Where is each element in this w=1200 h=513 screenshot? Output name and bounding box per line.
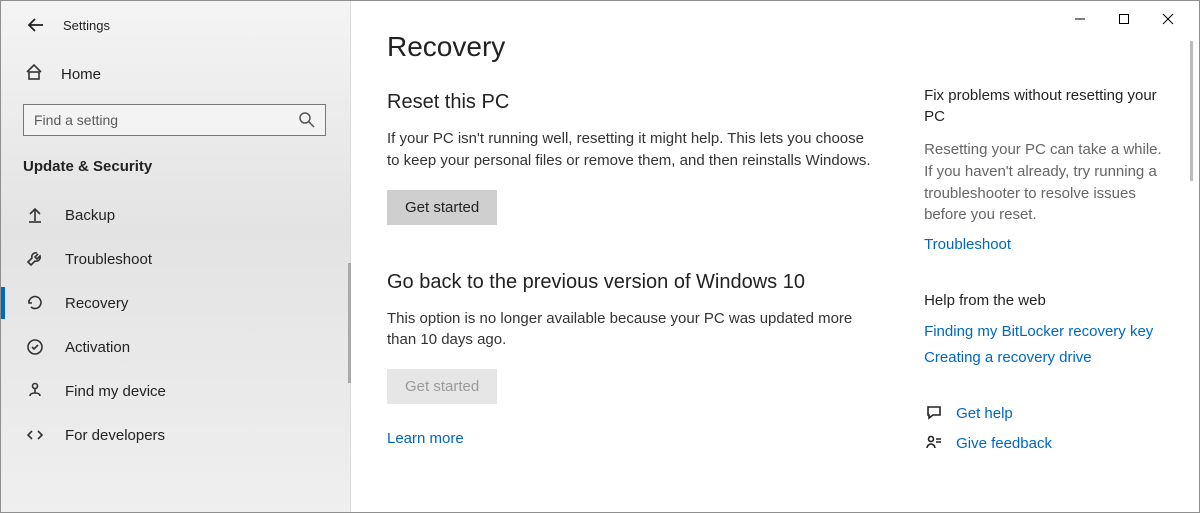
nav-item-label: Recovery	[65, 295, 128, 312]
nav-item-for-developers[interactable]: For developers	[1, 413, 350, 457]
nav-home-label: Home	[61, 66, 101, 83]
check-circle-icon	[25, 337, 45, 357]
learn-more-link[interactable]: Learn more	[387, 430, 464, 447]
get-help-row[interactable]: Get help	[924, 403, 1163, 423]
side-block-title: Fix problems without resetting your PC	[924, 85, 1163, 127]
reset-get-started-button[interactable]: Get started	[387, 190, 497, 225]
nav-item-label: For developers	[65, 427, 165, 444]
backup-icon	[25, 205, 45, 225]
feedback-icon	[924, 433, 944, 453]
content-scrollbar[interactable]	[1190, 41, 1193, 181]
give-feedback-link[interactable]: Give feedback	[956, 435, 1052, 452]
app-title: Settings	[63, 18, 110, 33]
nav-list: Backup Troubleshoot Recovery Activation …	[1, 193, 350, 457]
nav-item-backup[interactable]: Backup	[1, 193, 350, 237]
nav-item-find-my-device[interactable]: Find my device	[1, 369, 350, 413]
code-icon	[25, 425, 45, 445]
section-go-back: Go back to the previous version of Windo…	[387, 271, 874, 449]
nav-item-recovery[interactable]: Recovery	[1, 281, 350, 325]
content-area: Recovery Reset this PC If your PC isn't …	[351, 1, 1199, 512]
section-reset-pc: Reset this PC If your PC isn't running w…	[387, 91, 874, 225]
wrench-icon	[25, 249, 45, 269]
section-description: If your PC isn't running well, resetting…	[387, 128, 874, 172]
sidebar-header: Settings	[1, 1, 350, 43]
nav-item-activation[interactable]: Activation	[1, 325, 350, 369]
settings-window: Settings Home Update & Security Backup T…	[0, 0, 1200, 513]
nav-item-label: Find my device	[65, 383, 166, 400]
side-fix-problems: Fix problems without resetting your PC R…	[924, 85, 1163, 254]
window-controls	[1049, 1, 1199, 37]
bitlocker-link[interactable]: Finding my BitLocker recovery key	[924, 323, 1153, 340]
search-box[interactable]	[23, 104, 326, 136]
nav-item-label: Troubleshoot	[65, 251, 152, 268]
sidebar: Settings Home Update & Security Backup T…	[1, 1, 351, 512]
nav-group-title: Update & Security	[1, 146, 350, 193]
get-help-link[interactable]: Get help	[956, 405, 1013, 422]
nav-item-troubleshoot[interactable]: Troubleshoot	[1, 237, 350, 281]
minimize-button[interactable]	[1067, 9, 1093, 29]
chat-icon	[924, 403, 944, 423]
section-description: This option is no longer available becau…	[387, 308, 874, 352]
goback-get-started-button: Get started	[387, 369, 497, 404]
side-web-help: Help from the web Finding my BitLocker r…	[924, 290, 1163, 367]
side-footer-links: Get help Give feedback	[924, 403, 1163, 453]
home-icon	[25, 63, 43, 86]
side-block-description: Resetting your PC can take a while. If y…	[924, 139, 1163, 226]
troubleshoot-link[interactable]: Troubleshoot	[924, 236, 1011, 253]
search-input[interactable]	[34, 112, 291, 128]
search-icon	[299, 112, 315, 133]
recovery-icon	[25, 293, 45, 313]
give-feedback-row[interactable]: Give feedback	[924, 433, 1163, 453]
search-container	[1, 96, 350, 146]
section-title: Reset this PC	[387, 91, 874, 114]
recovery-drive-link[interactable]: Creating a recovery drive	[924, 349, 1092, 366]
side-column: Fix problems without resetting your PC R…	[924, 31, 1163, 512]
nav-item-label: Activation	[65, 339, 130, 356]
close-button[interactable]	[1155, 9, 1181, 29]
page-title: Recovery	[387, 31, 874, 63]
nav-item-label: Backup	[65, 207, 115, 224]
sidebar-scrollbar[interactable]	[348, 263, 351, 383]
back-button[interactable]	[25, 15, 45, 35]
section-title: Go back to the previous version of Windo…	[387, 271, 874, 294]
maximize-button[interactable]	[1111, 9, 1137, 29]
side-block-title: Help from the web	[924, 290, 1163, 311]
main-column: Recovery Reset this PC If your PC isn't …	[387, 31, 874, 512]
nav-home[interactable]: Home	[1, 53, 350, 96]
location-icon	[25, 381, 45, 401]
